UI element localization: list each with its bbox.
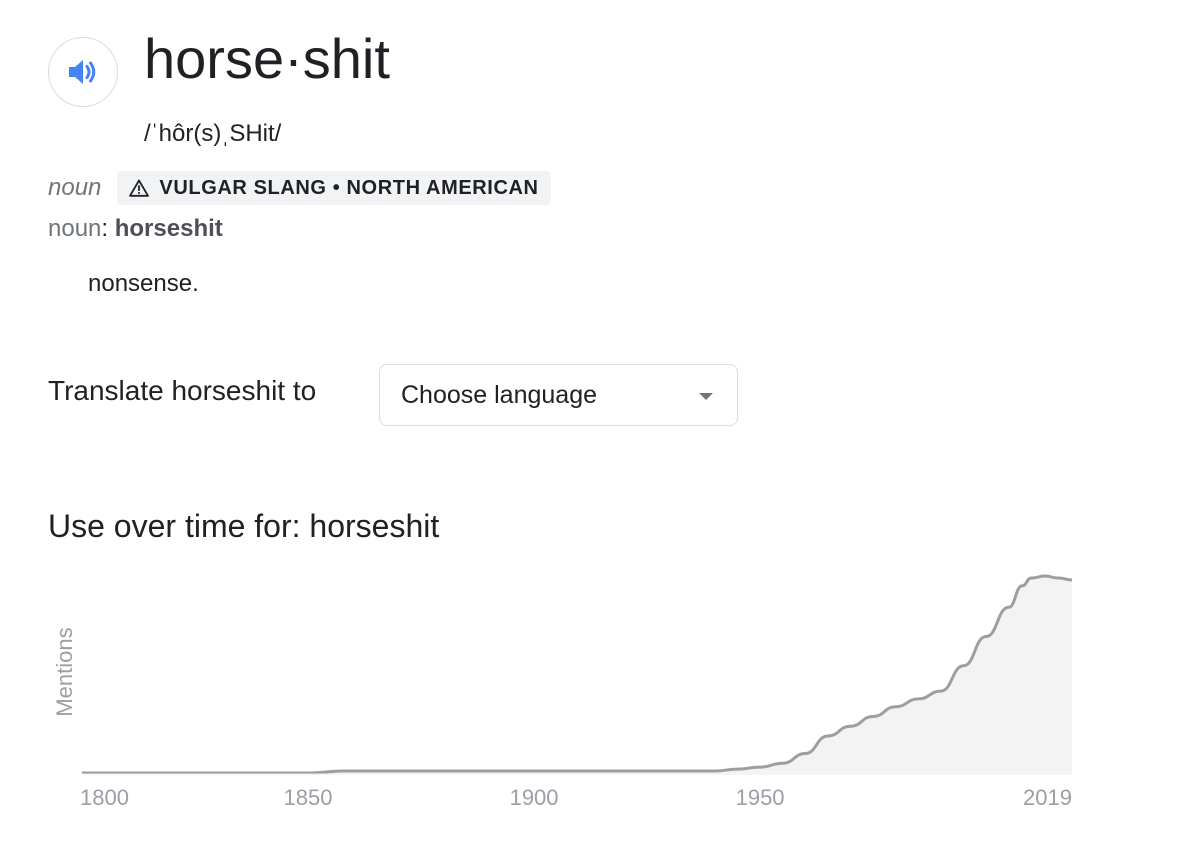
usage-label-badge: VULGAR SLANG • NORTH AMERICAN: [117, 171, 551, 205]
usage-label-text: VULGAR SLANG • NORTH AMERICAN: [159, 176, 539, 199]
usage-chart-svg: Mentions 1800 1850 1900 1950 2019: [52, 574, 1073, 810]
forms-pos: noun: [48, 215, 102, 242]
y-axis-label: Mentions: [52, 627, 77, 716]
warning-triangle-icon: [129, 179, 150, 197]
definition-text: nonsense.: [88, 270, 199, 297]
x-tick-label: 1950: [736, 785, 785, 810]
translate-label: Translate horseshit to: [48, 375, 317, 406]
language-select[interactable]: Choose language: [379, 364, 738, 426]
usage-area-fill: [82, 576, 1072, 773]
x-tick-label: 1850: [284, 785, 333, 810]
usage-chart: Mentions 1800 1850 1900 1950 2019: [40, 560, 1100, 820]
part-of-speech: noun: [48, 174, 102, 201]
play-pronunciation-button[interactable]: [48, 37, 118, 107]
forms-colon: :: [101, 215, 109, 242]
phonetic-spelling: /ˈhôr(s)ˌSHit/: [144, 120, 282, 147]
word-forms-line: noun: horseshit: [48, 214, 223, 244]
x-tick-label: 2019: [1023, 785, 1072, 810]
dropdown-arrow-icon: [699, 393, 713, 400]
part-of-speech-row: noun VULGAR SLANG • NORTH AMERICAN: [48, 171, 551, 205]
language-select-value: Choose language: [401, 380, 597, 409]
headword: horse·shit: [144, 27, 390, 90]
forms-word: horseshit: [114, 215, 223, 242]
usage-over-time-title: Use over time for: horseshit: [48, 508, 440, 544]
speaker-icon: [66, 57, 100, 87]
x-tick-label: 1800: [80, 785, 129, 810]
x-tick-label: 1900: [510, 785, 559, 810]
